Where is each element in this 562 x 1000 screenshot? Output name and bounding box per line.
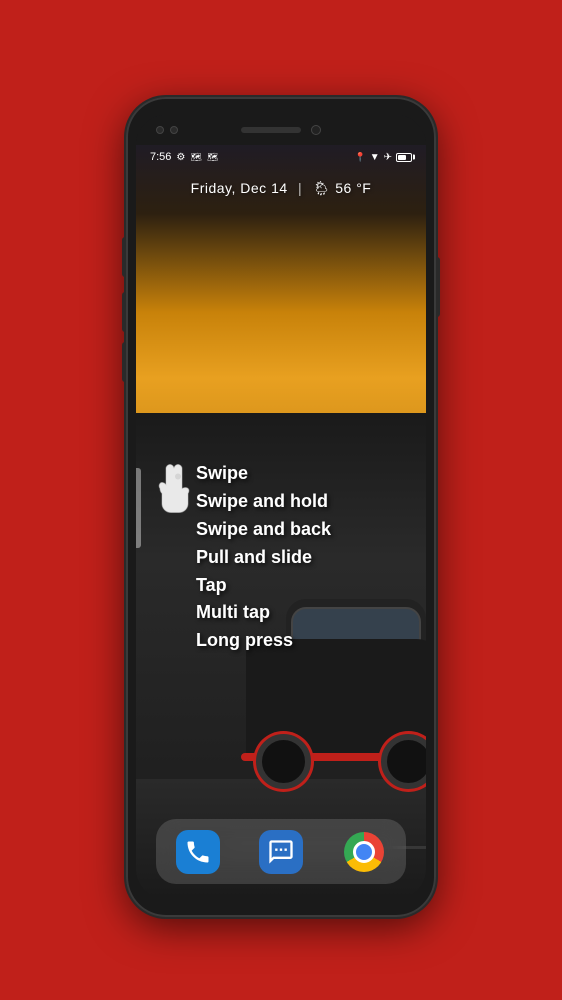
gesture-pull-slide: Pull and slide (196, 544, 331, 572)
speaker (241, 127, 301, 133)
airplane-icon: ✈ (384, 152, 392, 163)
status-bar: 7:56 ⚙ 🗺 🗺 📍 ▼ ✈ (136, 145, 426, 169)
gesture-swipe-hold: Swipe and hold (196, 488, 331, 516)
battery-fill (398, 155, 406, 160)
phone-notch (136, 115, 426, 145)
date-widget: Friday, Dec 14 | 🌦 56 °F (136, 180, 426, 198)
camera (311, 125, 321, 135)
gesture-swipe-back: Swipe and back (196, 516, 331, 544)
weather-icon: 🌦 (313, 180, 331, 197)
notch-dots (156, 126, 178, 134)
messages-icon (267, 838, 295, 866)
gesture-multi-tap: Multi tap (196, 599, 331, 627)
status-right: 📍 ▼ ✈ (354, 152, 412, 163)
phone-mockup: 7:56 ⚙ 🗺 🗺 📍 ▼ ✈ Friday, Dec 14 (126, 97, 436, 917)
gesture-long-press: Long press (196, 627, 331, 655)
status-time: 7:56 (150, 151, 171, 163)
date-text: Friday, Dec 14 | 🌦 56 °F (191, 180, 372, 196)
phone-frame: 7:56 ⚙ 🗺 🗺 📍 ▼ ✈ Friday, Dec 14 (126, 97, 436, 917)
location-icon: 📍 (354, 152, 365, 163)
battery-icon (396, 153, 412, 162)
status-left: 7:56 ⚙ 🗺 🗺 (150, 151, 218, 163)
gesture-list: Swipe Swipe and hold Swipe and back Pull… (196, 460, 331, 655)
chrome-icon (344, 832, 384, 872)
dock-chrome-button[interactable] (342, 830, 386, 874)
wifi-icon: ▼ (370, 152, 380, 163)
date-divider: | (298, 180, 302, 196)
phone-screen: 7:56 ⚙ 🗺 🗺 📍 ▼ ✈ Friday, Dec 14 (136, 115, 426, 899)
wheel-left (256, 734, 311, 789)
wheel-right (381, 734, 426, 789)
temperature: 56 °F (335, 180, 371, 196)
notch-dot-1 (156, 126, 164, 134)
edge-indicator (136, 468, 141, 548)
dock-phone-button[interactable] (176, 830, 220, 874)
status-icon-2: 🗺 (207, 152, 218, 163)
gesture-swipe: Swipe (196, 460, 331, 488)
settings-icon: ⚙ (176, 152, 185, 163)
phone-icon (184, 838, 212, 866)
gesture-tap: Tap (196, 572, 331, 600)
status-icon-1: 🗺 (190, 152, 201, 163)
notch-dot-2 (170, 126, 178, 134)
bottom-dock (156, 819, 406, 884)
date-value: Friday, Dec 14 (191, 180, 288, 196)
dock-messages-button[interactable] (259, 830, 303, 874)
